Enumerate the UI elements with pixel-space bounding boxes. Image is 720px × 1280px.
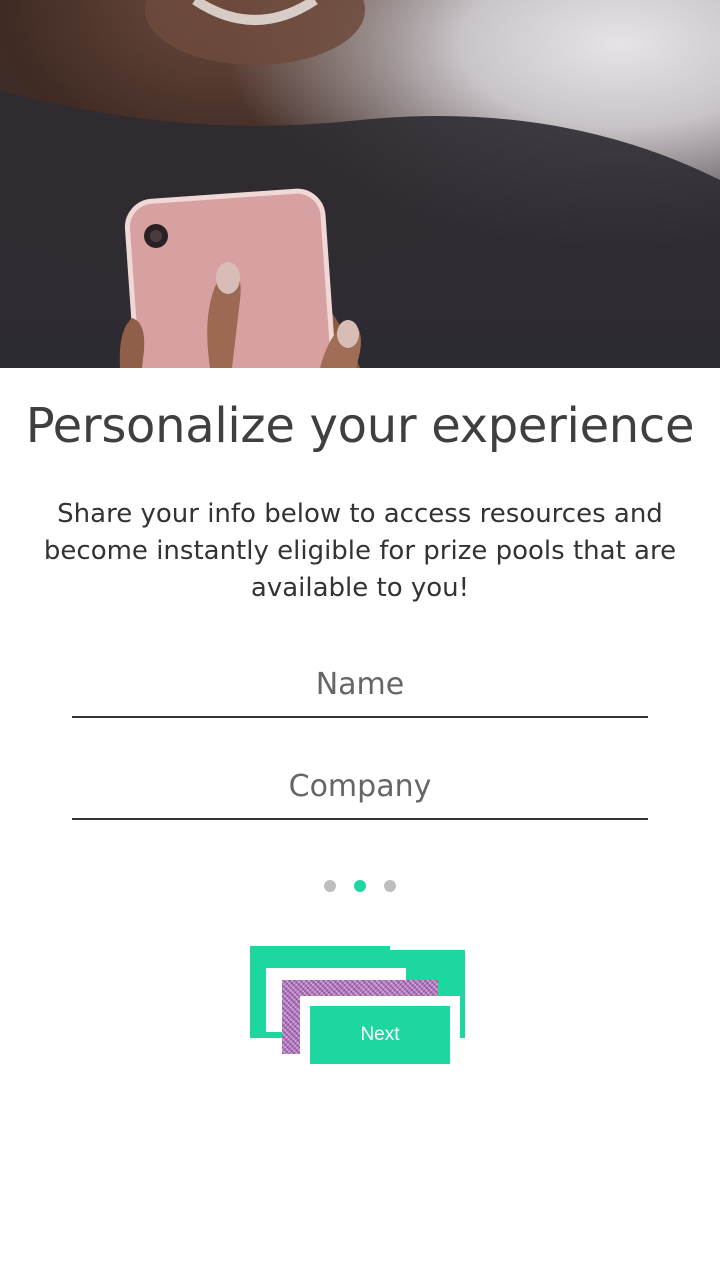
page-dot-3 (384, 880, 396, 892)
next-button[interactable]: Next (310, 1006, 450, 1064)
next-button-container: Next (240, 940, 470, 1072)
hero-photo-illustration (0, 0, 720, 368)
name-input[interactable] (72, 652, 648, 718)
page-indicator (0, 880, 720, 892)
page-title: Personalize your experience (25, 398, 695, 454)
page-dot-1 (324, 880, 336, 892)
page-dot-2-active (354, 880, 366, 892)
hero-image (0, 0, 720, 368)
company-input[interactable] (72, 754, 648, 820)
page-description: Share your info below to access resource… (43, 499, 677, 603)
